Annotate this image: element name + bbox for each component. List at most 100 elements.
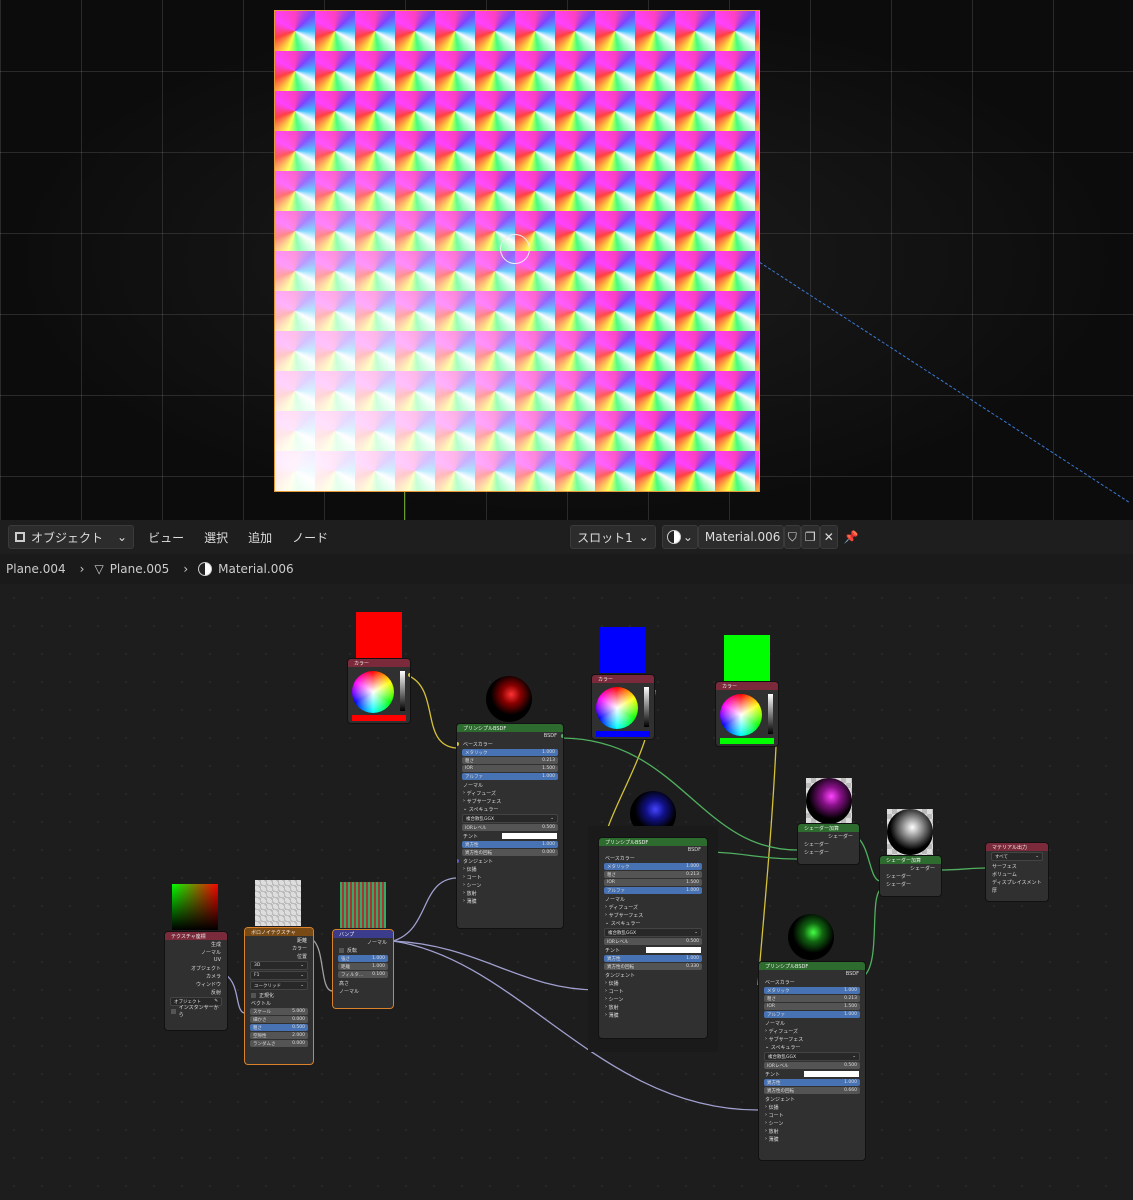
ior-field[interactable]: IOR 1.500 (604, 879, 702, 886)
distribution-select[interactable]: 複合散乱GGX ⌄ (764, 1052, 860, 1061)
material-browse-button[interactable]: ⌄ (661, 525, 698, 549)
anisotropic-rotation-field[interactable]: 異方性の回転 0.660 (764, 1087, 860, 1094)
value-slider[interactable] (400, 671, 405, 711)
base-color-socket[interactable] (457, 742, 459, 746)
distance-field[interactable]: 距離 1.000 (338, 963, 388, 970)
normalize-checkbox[interactable] (251, 992, 256, 998)
transmission-panel[interactable]: › 伝播 (599, 979, 707, 987)
coat-panel[interactable]: › コート (457, 873, 563, 881)
bump-node[interactable]: バンプ ノーマル 反転 強さ 1.000 距離 1.000 フィルタ... 0.100… (333, 930, 393, 1008)
metric-select[interactable]: ユークリッド ⌄ (250, 981, 308, 990)
tint-swatch[interactable] (804, 1071, 859, 1077)
detail-field[interactable]: 細かさ 0.000 (250, 1016, 308, 1023)
roughness-field[interactable]: 粗さ 0.500 (250, 1024, 308, 1031)
sheen-panel[interactable]: › シーン (759, 1119, 865, 1127)
ior-level-field[interactable]: IORレベル 0.500 (462, 824, 558, 831)
principled-bsdf-node-3[interactable]: プリンシプルBSDF BSDF ベースカラー メタリック 1.000 粗さ 0.21… (759, 962, 865, 1160)
diffuse-panel[interactable]: › ディフューズ (599, 903, 707, 911)
roughness-field[interactable]: 粗さ 0.213 (764, 995, 860, 1002)
color-swatch[interactable] (352, 715, 406, 721)
anisotropic-field[interactable]: 異方性 1.000 (764, 1079, 860, 1086)
scale-field[interactable]: スケール 5.000 (250, 1008, 308, 1015)
invert-row[interactable]: 反転 (333, 946, 393, 954)
thin-film-panel[interactable]: › 薄膜 (599, 1011, 707, 1019)
texture-coordinate-node[interactable]: テクスチャ座標 生成 ノーマル UV オブジェクト カメラ ウィンドウ 反射 オ… (165, 932, 227, 1030)
color-wheel[interactable] (720, 694, 762, 736)
color-node-red[interactable]: カラー (348, 659, 410, 723)
color-output-socket[interactable] (408, 673, 410, 677)
tint-row[interactable]: チント (457, 832, 563, 840)
subsurface-panel[interactable]: › サブサーフェス (759, 1035, 865, 1043)
anisotropic-rotation-field[interactable]: 異方性の回転 0.000 (462, 849, 558, 856)
ior-field[interactable]: IOR 1.500 (462, 765, 558, 772)
diffuse-panel[interactable]: › ディフューズ (457, 789, 563, 797)
duplicate-material-icon[interactable]: ❐ (800, 525, 820, 549)
tint-row[interactable]: チント (599, 946, 707, 954)
roughness-field[interactable]: 粗さ 0.213 (604, 871, 702, 878)
coat-panel[interactable]: › コート (759, 1111, 865, 1119)
transmission-panel[interactable]: › 伝播 (457, 865, 563, 873)
3d-viewport[interactable] (0, 0, 1133, 520)
subsurface-panel[interactable]: › サブサーフェス (457, 797, 563, 805)
distribution-select[interactable]: 複合散乱GGX ⌄ (462, 814, 558, 823)
alpha-field[interactable]: アルファ 1.000 (462, 773, 558, 780)
from-instancer-row[interactable]: インスタンサーから (165, 1005, 227, 1018)
emission-panel[interactable]: › 放射 (457, 889, 563, 897)
specular-panel[interactable]: ⌄ スペキュラー (759, 1043, 865, 1051)
from-instancer-checkbox[interactable] (171, 1008, 176, 1014)
emission-panel[interactable]: › 放射 (759, 1127, 865, 1135)
sheen-panel[interactable]: › シーン (457, 881, 563, 889)
filter-width-field[interactable]: フィルタ... 0.100 (338, 971, 388, 978)
ior-level-field[interactable]: IORレベル 0.500 (764, 1062, 860, 1069)
color-wheel[interactable] (352, 671, 394, 713)
randomness-field[interactable]: ランダムさ 0.000 (250, 1040, 308, 1047)
transmission-panel[interactable]: › 伝播 (759, 1103, 865, 1111)
emission-panel[interactable]: › 放射 (599, 1003, 707, 1011)
specular-panel[interactable]: ⌄ スペキュラー (457, 805, 563, 813)
principled-bsdf-node-2[interactable]: プリンシプルBSDF BSDF ベースカラー メタリック 1.000 粗さ 0.21… (599, 838, 707, 1038)
tangent-socket[interactable] (457, 859, 459, 863)
output-target-select[interactable]: すべて ⌄ (991, 852, 1043, 861)
dimensions-select[interactable]: 3D ⌄ (250, 961, 308, 970)
bsdf-output-socket[interactable] (561, 734, 563, 738)
tint-swatch[interactable] (502, 833, 557, 839)
principled-bsdf-node-1[interactable]: プリンシプルBSDF BSDF ベースカラー メタリック 1.000 粗さ 0.21… (457, 724, 563, 928)
menu-select[interactable]: 選択 (198, 526, 234, 548)
color-swatch[interactable] (720, 738, 774, 744)
menu-add[interactable]: 追加 (242, 526, 278, 548)
unlink-close-icon[interactable]: ✕ (819, 525, 838, 549)
diffuse-panel[interactable]: › ディフューズ (759, 1027, 865, 1035)
fake-user-shield-icon[interactable]: ⛉ (783, 525, 801, 549)
value-slider[interactable] (768, 694, 773, 734)
lacunarity-field[interactable]: 空隙性 2.000 (250, 1032, 308, 1039)
pin-icon[interactable]: 📌 (838, 526, 865, 548)
node-editor-canvas[interactable] (0, 584, 1133, 1200)
feature-select[interactable]: F1 ⌄ (250, 971, 308, 980)
value-slider[interactable] (644, 687, 649, 727)
tint-row[interactable]: チント (759, 1070, 865, 1078)
editor-mode-select[interactable]: オブジェクト ⌄ (8, 525, 135, 549)
roughness-field[interactable]: 粗さ 0.213 (462, 757, 558, 764)
specular-panel[interactable]: ⌄ スペキュラー (599, 919, 707, 927)
distribution-select[interactable]: 複合散乱GGX ⌄ (604, 928, 702, 937)
subsurface-panel[interactable]: › サブサーフェス (599, 911, 707, 919)
strength-field[interactable]: 強さ 1.000 (338, 955, 388, 962)
alpha-field[interactable]: アルファ 1.000 (764, 1011, 860, 1018)
metallic-field[interactable]: メタリック 1.000 (462, 749, 558, 756)
anisotropic-field[interactable]: 異方性 1.000 (462, 841, 558, 848)
thin-film-panel[interactable]: › 薄膜 (457, 897, 563, 905)
material-output-node[interactable]: マテリアル出力 すべて ⌄ サーフェス ボリューム ディスプレイスメント 厚 (986, 843, 1048, 901)
thin-film-panel[interactable]: › 薄膜 (759, 1135, 865, 1143)
color-wheel[interactable] (596, 687, 638, 729)
ior-level-field[interactable]: IORレベル 0.500 (604, 938, 702, 945)
ior-field[interactable]: IOR 1.500 (764, 1003, 860, 1010)
menu-view[interactable]: ビュー (142, 526, 190, 548)
color-node-blue[interactable]: カラー (592, 675, 654, 739)
metallic-field[interactable]: メタリック 1.000 (764, 987, 860, 994)
voronoi-texture-node[interactable]: ボロノイテクスチャ 距離 カラー 位置 3D ⌄ F1 ⌄ ユークリッド ⌄ 正規化 … (245, 928, 313, 1064)
color-node-green[interactable]: カラー (716, 682, 778, 746)
anisotropic-rotation-field[interactable]: 異方性の回転 0.330 (604, 963, 702, 970)
metallic-field[interactable]: メタリック 1.000 (604, 863, 702, 870)
coat-panel[interactable]: › コート (599, 987, 707, 995)
slot-select[interactable]: スロット1 ⌄ (570, 525, 656, 549)
